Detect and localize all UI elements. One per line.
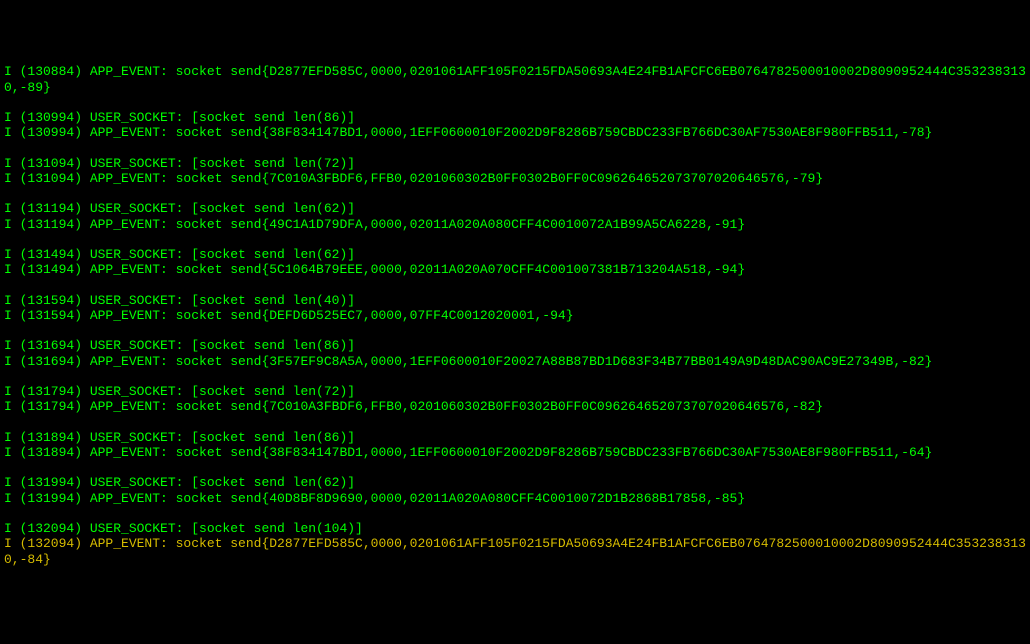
log-line: I (131694) APP_EVENT: socket send{3F57EF… [4,354,1026,369]
log-line: I (131994) USER_SOCKET: [socket send len… [4,475,1026,490]
log-line: I (131494) USER_SOCKET: [socket send len… [4,247,1026,262]
log-line: I (132094) USER_SOCKET: [socket send len… [4,521,1026,536]
log-line: I (130994) USER_SOCKET: [socket send len… [4,110,1026,125]
log-line: I (131894) APP_EVENT: socket send{38F834… [4,445,1026,460]
log-line: I (131194) USER_SOCKET: [socket send len… [4,201,1026,216]
log-line: I (131594) USER_SOCKET: [socket send len… [4,293,1026,308]
log-line: I (131794) APP_EVENT: socket send{7C010A… [4,399,1026,414]
log-line: I (131094) APP_EVENT: socket send{7C010A… [4,171,1026,186]
log-blank-line [4,95,1026,110]
log-line: I (131094) USER_SOCKET: [socket send len… [4,156,1026,171]
log-blank-line [4,323,1026,338]
log-blank-line [4,415,1026,430]
log-blank-line [4,141,1026,156]
log-line: I (131194) APP_EVENT: socket send{49C1A1… [4,217,1026,232]
log-line: I (131894) USER_SOCKET: [socket send len… [4,430,1026,445]
log-blank-line [4,460,1026,475]
log-blank-line [4,369,1026,384]
log-line: I (132094) APP_EVENT: socket send{D2877E… [4,536,1026,567]
log-blank-line [4,506,1026,521]
log-blank-line [4,278,1026,293]
log-line: I (130884) APP_EVENT: socket send{D2877E… [4,64,1026,95]
log-line: I (131994) APP_EVENT: socket send{40D8BF… [4,491,1026,506]
log-line: I (131694) USER_SOCKET: [socket send len… [4,338,1026,353]
log-line: I (131794) USER_SOCKET: [socket send len… [4,384,1026,399]
log-line: I (131494) APP_EVENT: socket send{5C1064… [4,262,1026,277]
log-blank-line [4,186,1026,201]
log-blank-line [4,232,1026,247]
log-line: I (131594) APP_EVENT: socket send{DEFD6D… [4,308,1026,323]
log-line: I (130994) APP_EVENT: socket send{38F834… [4,125,1026,140]
terminal-output[interactable]: I (130884) APP_EVENT: socket send{D2877E… [4,64,1026,567]
